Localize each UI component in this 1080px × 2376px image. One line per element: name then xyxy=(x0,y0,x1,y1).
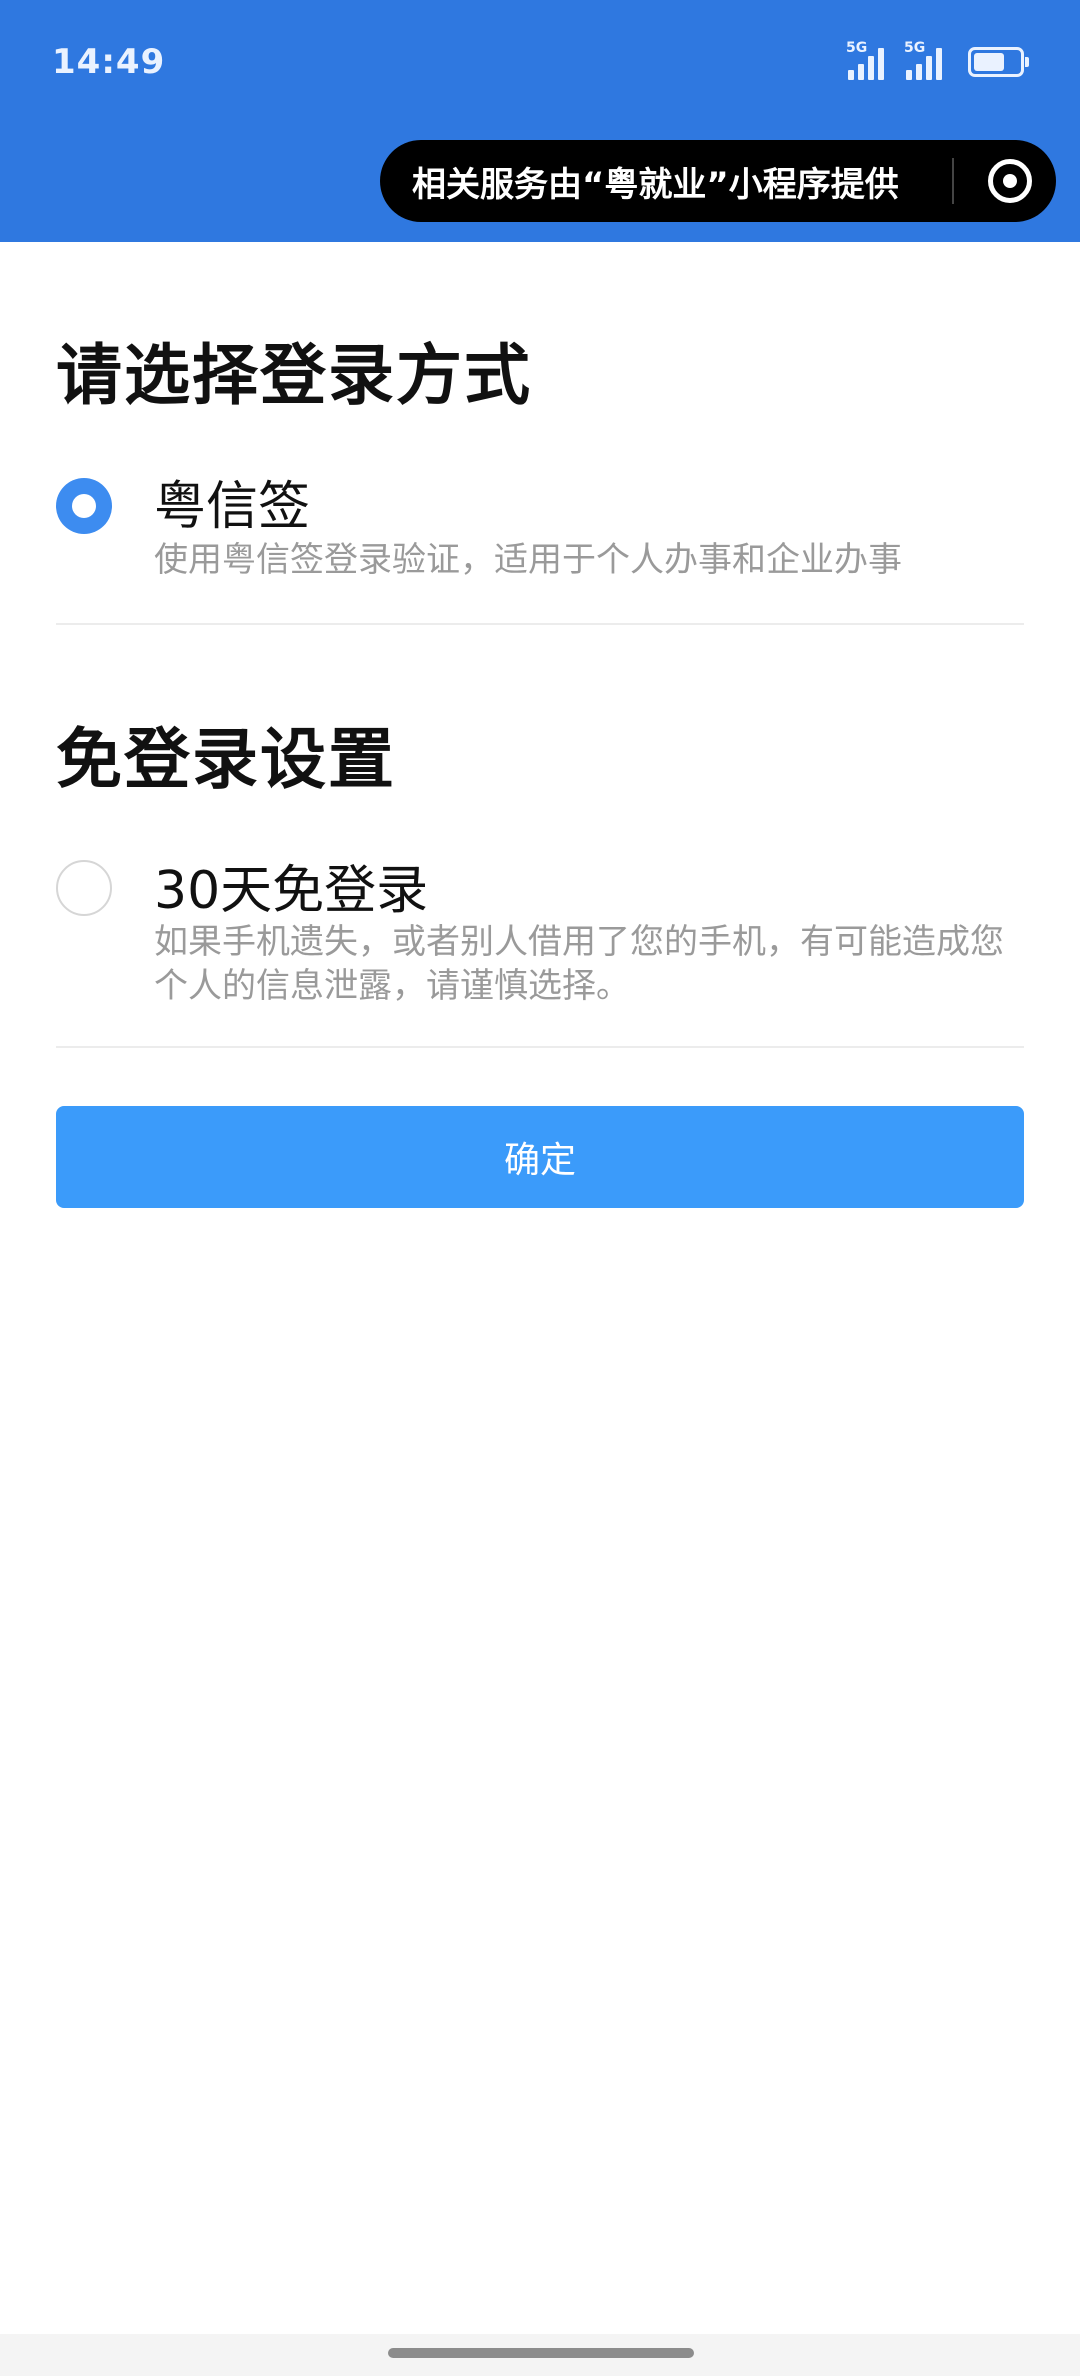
signal-label: 5G xyxy=(904,40,926,56)
status-time: 14:49 xyxy=(52,42,166,82)
option-title: 粤信签 xyxy=(154,477,311,537)
bottom-nav-area xyxy=(0,2334,1080,2376)
header-bar: 14:49 5G 5G 相关服务由“粤就业”小程序提供 xyxy=(0,0,1080,242)
mini-program-capsule[interactable]: 相关服务由“粤就业”小程序提供 xyxy=(380,140,1056,222)
radio-unchecked-icon[interactable] xyxy=(56,860,112,916)
divider xyxy=(56,1046,1024,1048)
option-description: 如果手机遗失，或者别人借用了您的手机，有可能造成您个人的信息泄露，请谨慎选择。 xyxy=(154,922,1004,1006)
auto-login-option-30days[interactable]: 30天免登录 如果手机遗失，或者别人借用了您的手机，有可能造成您个人的信息泄露，… xyxy=(56,854,1024,1014)
status-icons: 5G 5G xyxy=(846,40,1029,80)
signal-5g-icon: 5G xyxy=(846,40,892,80)
signal-5g-icon: 5G xyxy=(904,40,950,80)
confirm-button[interactable]: 确定 xyxy=(56,1106,1024,1208)
radio-checked-icon[interactable] xyxy=(56,478,112,534)
login-method-title: 请选择登录方式 xyxy=(56,337,532,414)
signal-label: 5G xyxy=(846,40,868,56)
divider xyxy=(56,623,1024,625)
capsule-text: 相关服务由“粤就业”小程序提供 xyxy=(412,164,899,205)
option-description: 使用粤信签登录验证，适用于个人办事和企业办事 xyxy=(154,540,902,580)
auto-login-title: 免登录设置 xyxy=(56,721,396,798)
battery-icon xyxy=(968,47,1029,77)
option-title: 30天免登录 xyxy=(154,861,429,921)
capsule-divider xyxy=(952,158,954,204)
login-option-yuexinqian[interactable]: 粤信签 使用粤信签登录验证，适用于个人办事和企业办事 xyxy=(56,470,1024,590)
target-icon[interactable] xyxy=(988,159,1032,203)
home-indicator[interactable] xyxy=(388,2348,694,2358)
